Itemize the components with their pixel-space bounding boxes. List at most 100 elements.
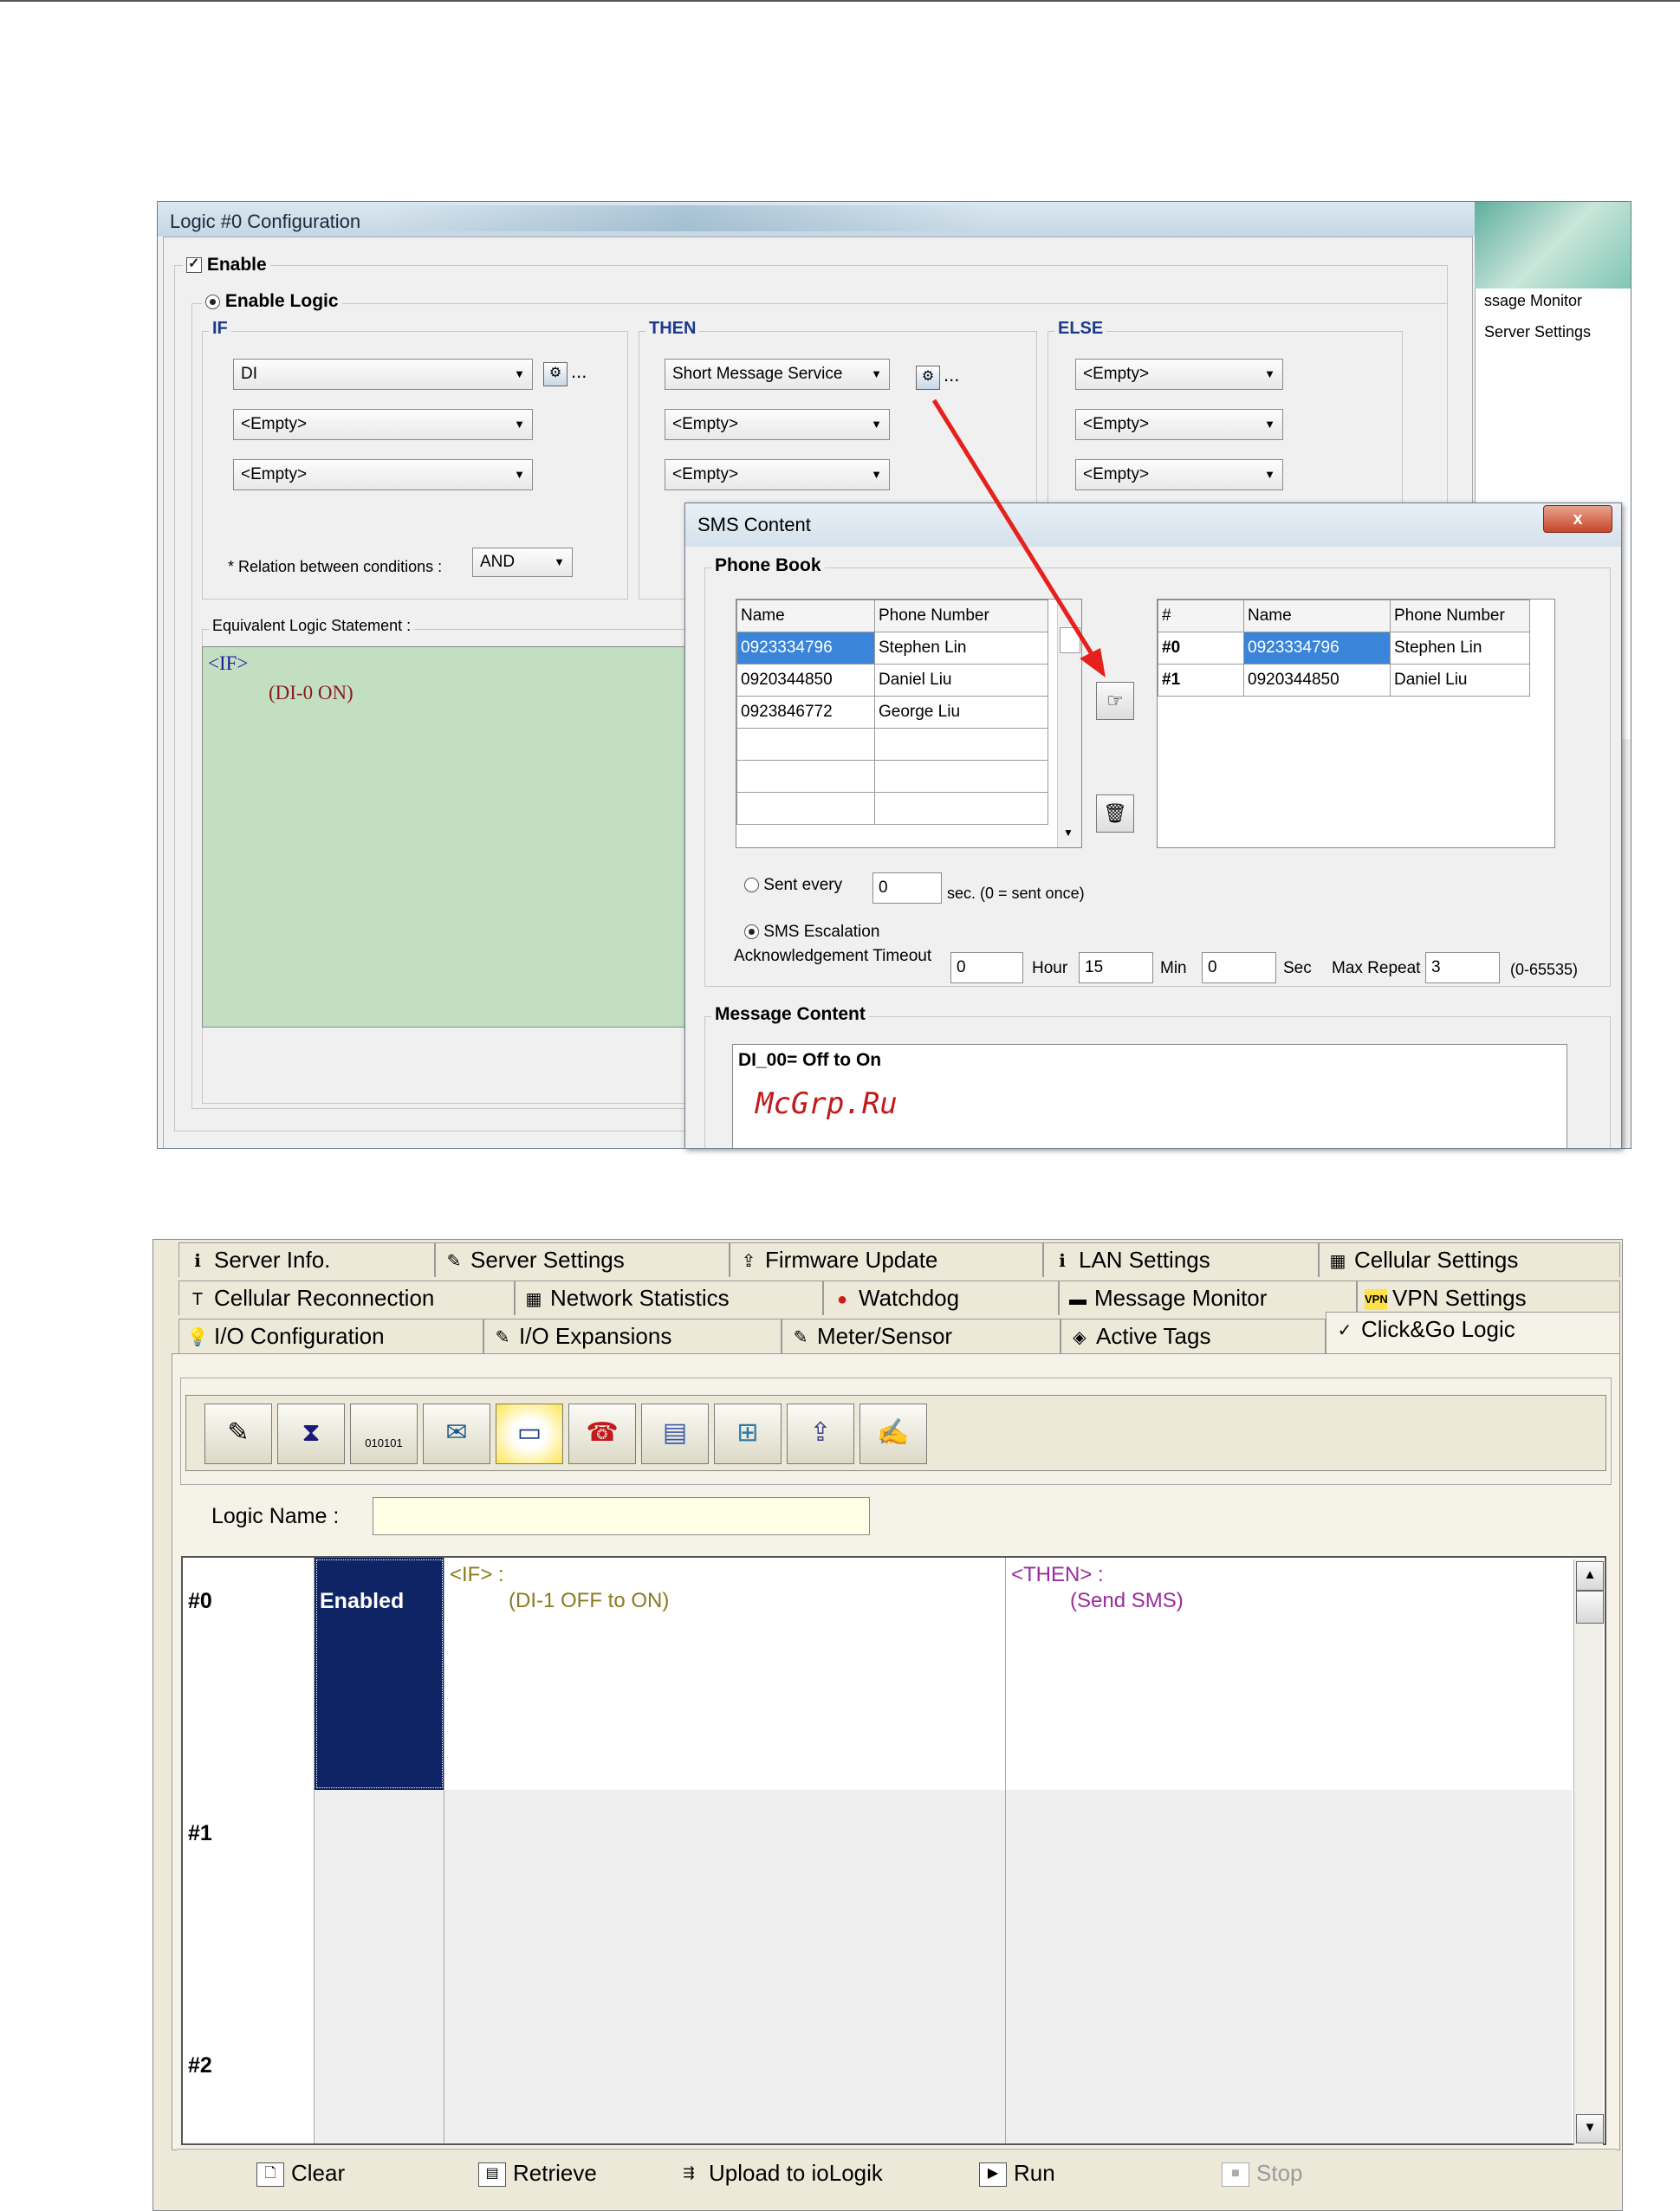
phone-icon: ☎: [586, 1418, 619, 1447]
toolbar-button[interactable]: ⧗: [277, 1404, 345, 1464]
sec-input[interactable]: 0: [1202, 952, 1276, 983]
hour-input[interactable]: 0: [950, 952, 1023, 983]
message-content-input[interactable]: DI_00= Off to On McGrp.Ru: [732, 1044, 1567, 1148]
then-body: (Send SMS): [1070, 1589, 1184, 1612]
tab-active-tags[interactable]: ◈ Active Tags: [1061, 1319, 1326, 1353]
network-icon: ▦: [1329, 1252, 1346, 1272]
settings-doc-icon: ✎: [793, 1328, 808, 1348]
settings-doc-icon: ✎: [446, 1252, 462, 1272]
network-icon: ⊞: [736, 1418, 759, 1447]
logic-row[interactable]: #1: [183, 1790, 1572, 2023]
row-status-cell[interactable]: Enabled: [315, 1558, 444, 1790]
tab-label: I/O Configuration: [214, 1323, 385, 1349]
play-icon: ▶: [979, 2162, 1007, 2188]
trash-icon: 🗑: [1103, 802, 1127, 824]
tab-click-go-logic[interactable]: ✓ Click&Go Logic: [1326, 1312, 1620, 1353]
delete-recipient-button[interactable]: 🗑: [1096, 794, 1134, 833]
stop-label: Stop: [1256, 2160, 1303, 2186]
binary-signal-icon: 010101: [365, 1436, 403, 1449]
sent-every-option[interactable]: Sent every: [744, 876, 842, 895]
toolbar-button[interactable]: ⇪: [787, 1404, 854, 1464]
logic-row[interactable]: #2: [183, 2022, 1572, 2143]
table-row[interactable]: [736, 792, 1048, 825]
upload-icon: ⇪: [809, 1418, 832, 1447]
tab-message-monitor[interactable]: ▬ Message Monitor: [1059, 1281, 1357, 1315]
logic-grid-scrollbar[interactable]: ▲ ▼: [1573, 1559, 1604, 2145]
row-id: #1: [188, 1821, 212, 1845]
row-if-cell[interactable]: <IF> : (DI-1 OFF to ON): [444, 1558, 1006, 1790]
tab-label: Server Settings: [470, 1247, 625, 1273]
row-then-cell[interactable]: [1006, 1790, 1572, 2022]
tab-io-configuration[interactable]: 💡 I/O Configuration: [178, 1319, 483, 1353]
toolbar-button[interactable]: ✎: [204, 1404, 272, 1464]
sent-every-label: Sent every: [763, 876, 843, 894]
tab-label: Server Info.: [214, 1247, 331, 1273]
bottom-action-bar: [177, 2149, 1617, 2201]
logic-name-input[interactable]: [373, 1497, 870, 1535]
run-label: Run: [1014, 2160, 1055, 2186]
logic-row[interactable]: #0 Enabled <IF> : (DI-1 OFF to ON) <THEN…: [183, 1558, 1572, 1791]
sms-escalation-option[interactable]: SMS Escalation: [744, 923, 879, 942]
mail-icon: ✉: [445, 1418, 468, 1447]
tab-network-statistics[interactable]: ▦ Network Statistics: [515, 1281, 823, 1315]
sec-label: Sec: [1283, 959, 1312, 977]
tab-cellular-reconnection[interactable]: T Cellular Reconnection: [178, 1281, 515, 1315]
run-button[interactable]: ▶ Run: [979, 2160, 1055, 2188]
tab-server-settings[interactable]: ✎ Server Settings: [435, 1242, 730, 1277]
tab-label: Active Tags: [1096, 1323, 1211, 1349]
row-status-cell[interactable]: [315, 1790, 444, 2022]
if-body: (DI-1 OFF to ON): [509, 1589, 670, 1612]
toolbar-button[interactable]: ☎: [568, 1404, 636, 1464]
tab-label: Message Monitor: [1094, 1285, 1268, 1311]
hourglass-icon: ⧗: [302, 1418, 321, 1447]
clear-label: Clear: [291, 2160, 346, 2186]
row-then-cell[interactable]: [1006, 2022, 1572, 2143]
message-content-title: Message Content: [711, 1004, 869, 1025]
sent-every-input[interactable]: 0: [872, 872, 942, 904]
tab-firmware-update[interactable]: ⇪ Firmware Update: [730, 1242, 1043, 1277]
min-input[interactable]: 15: [1079, 952, 1153, 983]
tab-meter-sensor[interactable]: ✎ Meter/Sensor: [782, 1319, 1061, 1353]
info-icon: ℹ: [1059, 1252, 1066, 1272]
edit-icon: ✎: [227, 1418, 250, 1447]
table-icon: ▤: [478, 2162, 506, 2188]
retrieve-button[interactable]: ▤ Retrieve: [478, 2160, 597, 2188]
tab-vpn-settings[interactable]: VPN VPN Settings: [1357, 1281, 1620, 1315]
row-then-cell[interactable]: <THEN> : (Send SMS): [1006, 1558, 1572, 1790]
upload-button[interactable]: ⇶ Upload to ioLogik: [676, 2160, 883, 2187]
tab-cellular-settings[interactable]: ▦ Cellular Settings: [1319, 1242, 1620, 1277]
sms-escalation-radio-icon[interactable]: [744, 924, 759, 940]
upload-label: Upload to ioLogik: [709, 2160, 883, 2186]
toolbar-button[interactable]: 010101: [350, 1404, 418, 1464]
if-heading: <IF> :: [450, 1563, 504, 1586]
stop-button[interactable]: ■ Stop: [1222, 2160, 1303, 2188]
tab-lan-settings[interactable]: ℹ LAN Settings: [1043, 1242, 1319, 1277]
tag-icon: ◈: [1073, 1328, 1086, 1348]
clear-button[interactable]: 🗋 Clear: [256, 2160, 346, 2188]
toolbar-button[interactable]: ⊞: [714, 1404, 782, 1464]
sent-every-radio-icon[interactable]: [744, 878, 759, 893]
scroll-down-icon[interactable]: ▼: [1063, 827, 1074, 839]
row-if-cell[interactable]: [444, 1790, 1006, 2022]
toolbar-button[interactable]: ▭: [496, 1404, 563, 1464]
toolbar-button[interactable]: ✍: [859, 1404, 927, 1464]
message-text: DI_00= Off to On: [738, 1050, 882, 1070]
scroll-thumb[interactable]: [1576, 1591, 1604, 1624]
scroll-up-icon[interactable]: ▲: [1576, 1561, 1604, 1591]
row-id: #2: [188, 2053, 212, 2078]
then-heading: <THEN> :: [1011, 1563, 1104, 1586]
tab-label: Cellular Settings: [1354, 1247, 1519, 1273]
toolbar-button[interactable]: ▤: [641, 1404, 709, 1464]
antenna-icon: T: [191, 1290, 204, 1310]
tab-io-expansions[interactable]: ✎ I/O Expansions: [483, 1319, 782, 1353]
tab-server-info[interactable]: ℹ Server Info.: [178, 1242, 435, 1277]
status-badge: Enabled: [320, 1589, 405, 1613]
tab-watchdog[interactable]: ● Watchdog: [823, 1281, 1059, 1315]
row-if-cell[interactable]: [444, 2022, 1006, 2143]
row-status-cell[interactable]: [315, 2022, 444, 2143]
scroll-down-icon[interactable]: ▼: [1576, 2114, 1604, 2143]
sms-icon: ▭: [516, 1418, 542, 1447]
toolbar-button[interactable]: ✉: [423, 1404, 490, 1464]
red-arrow-annotation: [931, 399, 1106, 678]
max-repeat-input[interactable]: 3: [1425, 952, 1500, 983]
